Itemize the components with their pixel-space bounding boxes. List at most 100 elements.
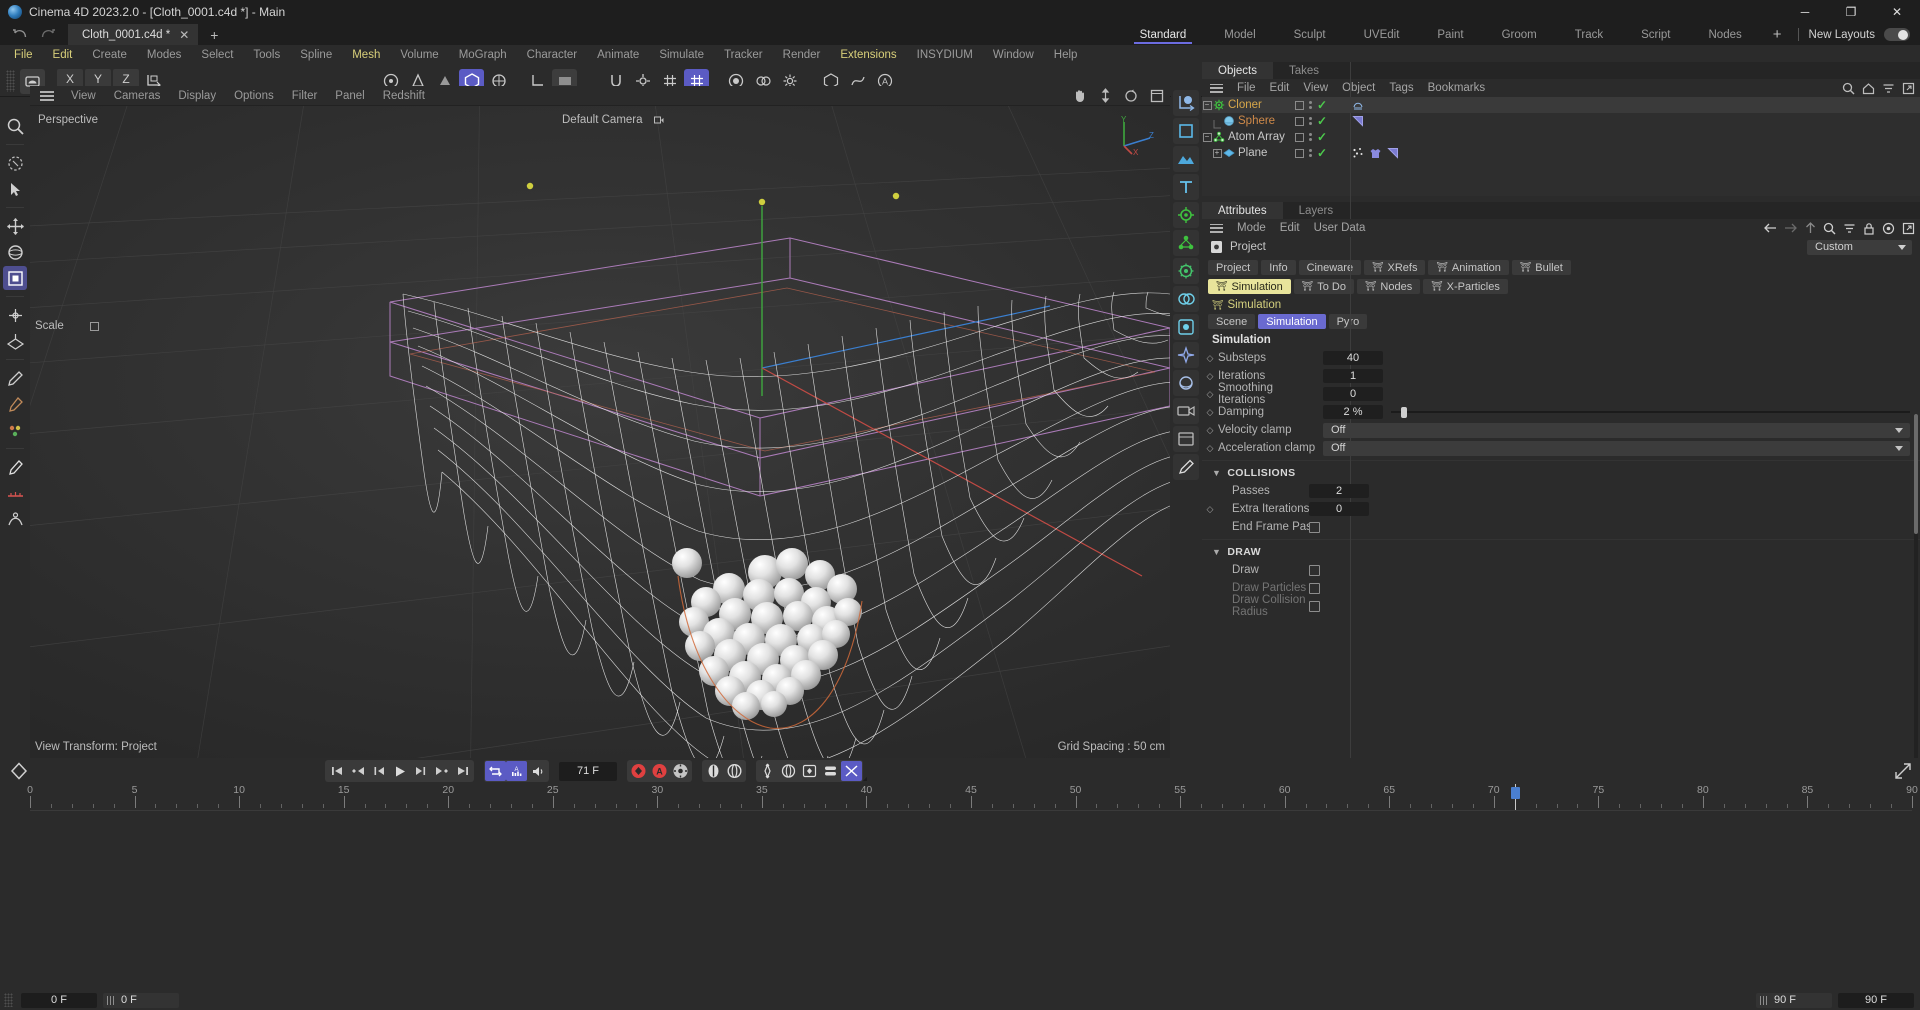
visibility-dot-editor[interactable] xyxy=(1295,101,1304,110)
expander-plane[interactable]: + xyxy=(1212,149,1222,158)
chip-simulation[interactable]: ⛩Simulation xyxy=(1208,279,1291,294)
forward-arrow-icon[interactable] xyxy=(1784,222,1798,234)
preset-dropdown[interactable]: Custom xyxy=(1807,240,1912,255)
keyframe-diamond-icon[interactable]: ◇ xyxy=(1202,407,1218,418)
new-document-button[interactable]: + xyxy=(198,24,230,45)
subtab-scene[interactable]: Scene xyxy=(1208,314,1255,329)
viewport-menu-display[interactable]: Display xyxy=(169,90,225,102)
menu-animate[interactable]: Animate xyxy=(587,45,649,66)
keyframe-diamond-icon[interactable]: ◇ xyxy=(1202,443,1218,454)
dolly-icon[interactable] xyxy=(1099,88,1112,103)
workplane-tool-icon[interactable] xyxy=(3,329,27,353)
expand-timeline-icon[interactable] xyxy=(1894,762,1912,780)
attributes-hamburger-icon[interactable] xyxy=(1210,224,1223,233)
menu-render[interactable]: Render xyxy=(773,45,831,66)
visibility-dots[interactable] xyxy=(1309,117,1312,125)
effector-icon[interactable] xyxy=(1173,230,1199,256)
menu-file[interactable]: File xyxy=(4,45,43,66)
visibility-dot-editor[interactable] xyxy=(1295,149,1304,158)
undo-icon[interactable] xyxy=(12,28,28,42)
drag-handle-icon[interactable] xyxy=(107,996,115,1005)
smoothing-iterations-input[interactable]: 0 xyxy=(1323,387,1383,401)
draw-checkbox[interactable] xyxy=(1309,565,1320,576)
cursor-select-icon[interactable] xyxy=(3,177,27,201)
layout-tab-track[interactable]: Track xyxy=(1556,24,1622,45)
expander-atom-array[interactable]: − xyxy=(1202,133,1212,142)
tab-objects[interactable]: Objects xyxy=(1202,62,1273,79)
menu-insydium[interactable]: INSYDIUM xyxy=(907,45,983,66)
eyedropper-icon[interactable] xyxy=(3,392,27,416)
chip-project[interactable]: Project xyxy=(1208,260,1258,275)
viewport-3d[interactable]: Perspective Default Camera Scale View Tr… xyxy=(30,105,1170,758)
chip-bullet[interactable]: ⛩Bullet xyxy=(1512,260,1571,275)
timeline-ruler[interactable]: 051015202530354045505560657075808590 xyxy=(30,784,1912,810)
maximize-viewport-icon[interactable] xyxy=(1150,89,1164,103)
tab-layers[interactable]: Layers xyxy=(1283,202,1350,219)
objects-hamburger-icon[interactable] xyxy=(1210,84,1223,93)
camera-lock-icon[interactable] xyxy=(654,115,664,125)
chip-nodes[interactable]: ⛩Nodes xyxy=(1357,279,1420,294)
acceleration-clamp-select[interactable]: Off xyxy=(1323,441,1910,456)
extra-iterations-input[interactable]: 0 xyxy=(1309,502,1369,516)
enable-check-icon[interactable]: ✓ xyxy=(1317,114,1327,128)
object-manager-tree[interactable]: − Cloner ✓ xyxy=(1202,97,1920,196)
sound-button[interactable] xyxy=(527,761,548,781)
parameter-animation-button[interactable] xyxy=(778,761,799,781)
tab-takes[interactable]: Takes xyxy=(1273,62,1335,79)
lock-icon[interactable] xyxy=(1863,222,1875,235)
landscape-icon[interactable] xyxy=(1173,146,1199,172)
menu-mesh[interactable]: Mesh xyxy=(342,45,390,66)
move-tool-icon[interactable] xyxy=(3,214,27,238)
next-frame-button[interactable] xyxy=(410,761,431,781)
record-keyframe-icon[interactable] xyxy=(6,760,31,782)
menu-extensions[interactable]: Extensions xyxy=(830,45,906,66)
viewport-menu-panel[interactable]: Panel xyxy=(326,90,373,102)
back-arrow-icon[interactable] xyxy=(1763,222,1777,234)
tab-attributes[interactable]: Attributes xyxy=(1202,202,1283,219)
objects-menu-file[interactable]: File xyxy=(1230,82,1263,94)
sculpt-tool-icon[interactable] xyxy=(3,507,27,531)
cloth-tag-icon[interactable] xyxy=(1369,147,1382,160)
draw-collision-radius-checkbox[interactable] xyxy=(1309,601,1320,612)
layout-tab-nodes[interactable]: Nodes xyxy=(1690,24,1761,45)
viewport-menu-filter[interactable]: Filter xyxy=(283,90,327,102)
chip-cineware[interactable]: Cineware xyxy=(1299,260,1361,275)
live-selection-icon[interactable] xyxy=(3,151,27,175)
slider-knob[interactable] xyxy=(1401,407,1407,418)
null-object-icon[interactable] xyxy=(1173,90,1199,116)
objects-menu-tags[interactable]: Tags xyxy=(1382,82,1420,94)
prev-frame-button[interactable] xyxy=(368,761,389,781)
draw-particles-checkbox[interactable] xyxy=(1309,583,1320,594)
add-layout-button[interactable]: + xyxy=(1761,24,1794,45)
filter-icon[interactable] xyxy=(1843,222,1856,235)
keyframe-selection-button[interactable] xyxy=(799,761,820,781)
chip-to-do[interactable]: ⛩To Do xyxy=(1294,279,1354,294)
visibility-dots[interactable] xyxy=(1309,149,1312,157)
close-button[interactable]: ✕ xyxy=(1874,0,1920,24)
keyframe-diamond-icon[interactable]: ◇ xyxy=(1202,389,1218,400)
viewport-menu-cameras[interactable]: Cameras xyxy=(105,90,170,102)
search-icon[interactable] xyxy=(1823,222,1836,235)
tool-options-icon[interactable] xyxy=(90,322,99,331)
autokey-button[interactable]: A xyxy=(649,761,670,781)
paint-dots-icon[interactable] xyxy=(3,418,27,442)
toolbar-grip[interactable] xyxy=(6,70,15,92)
enable-check-icon[interactable]: ✓ xyxy=(1317,146,1327,160)
menu-select[interactable]: Select xyxy=(191,45,243,66)
menu-edit[interactable]: Edit xyxy=(43,45,83,66)
pan-hand-icon[interactable] xyxy=(1072,88,1087,103)
chip-xrefs[interactable]: ⛩XRefs xyxy=(1364,260,1425,275)
maximize-button[interactable]: ❐ xyxy=(1828,0,1874,24)
deformer-icon[interactable] xyxy=(1173,258,1199,284)
target-icon[interactable] xyxy=(1882,222,1895,235)
close-icon[interactable]: ✕ xyxy=(179,28,189,42)
objects-menu-object[interactable]: Object xyxy=(1335,82,1382,94)
object-row-atom-array[interactable]: − Atom Array ✓ xyxy=(1202,129,1920,145)
keyframe-diamond-icon[interactable]: ◇ xyxy=(1202,504,1218,515)
end-frame-field[interactable]: 90 F xyxy=(1838,993,1914,1008)
damping-slider[interactable] xyxy=(1391,405,1910,419)
draw-group-header[interactable]: ▼ DRAW xyxy=(1202,539,1920,561)
menu-create[interactable]: Create xyxy=(82,45,137,66)
menu-character[interactable]: Character xyxy=(517,45,588,66)
substeps-input[interactable]: 40 xyxy=(1323,351,1383,365)
